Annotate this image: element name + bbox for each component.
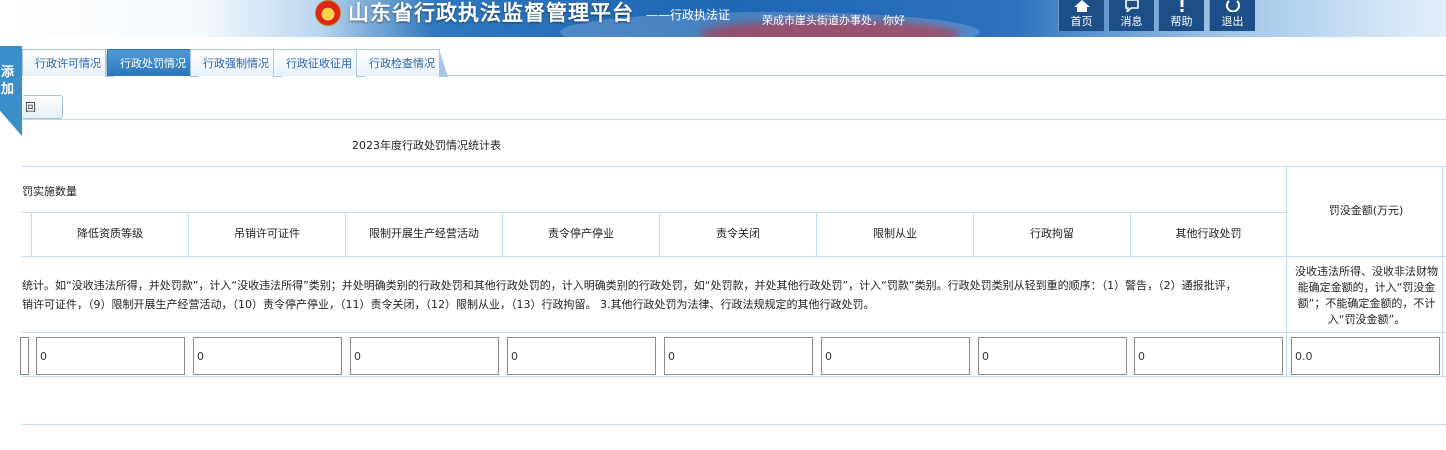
- system-title: 山东省行政执法监督管理平台: [348, 0, 634, 25]
- grid-line: [22, 376, 1446, 377]
- input-restrict-business[interactable]: [350, 337, 499, 375]
- back-button[interactable]: 回: [22, 95, 63, 119]
- tab-administrative-expropriation[interactable]: 行政征收征用: [273, 49, 365, 77]
- column-header-lower-qualification: 降低资质等级: [77, 227, 143, 240]
- toolbar: 回: [22, 95, 63, 119]
- nav-logout-button[interactable]: 退出: [1209, 0, 1255, 31]
- column-header-order-closure: 责令关闭: [716, 227, 760, 240]
- penalty-amount-instructions: 没收违法所得、没收非法财物能确定金额的，计入“罚没金额”；不能确定金额的，不计入…: [1295, 265, 1438, 326]
- input-restrict-employment[interactable]: [821, 337, 970, 375]
- welcome-text: 荣成市崖头街道办事处，你好: [762, 14, 905, 27]
- column-header-suspend-production: 责令停产停业: [548, 227, 614, 240]
- input-suspend-production[interactable]: [507, 337, 656, 375]
- national-emblem-icon: [315, 0, 341, 26]
- nav-help-button[interactable]: 帮助: [1158, 0, 1204, 31]
- form-instructions-line: 销许可证件，（9）限制开展生产经营活动，（10）责令停产停业，（11）责令关闭，…: [22, 298, 875, 311]
- grid-line: [22, 256, 1446, 257]
- nav-logout-label: 退出: [1221, 15, 1244, 28]
- column-header-penalty-amount: 罚没金额(万元): [1328, 204, 1404, 217]
- penalty-statistics-form: 2023年度行政处罚情况统计表 罚实施数量 降低资质等级 吊销许可证件 限制开展…: [20, 119, 1446, 425]
- column-header-other-penalty: 其他行政处罚: [1175, 227, 1242, 240]
- add-side-tab-label: 加: [1, 82, 15, 97]
- tab-administrative-inspection[interactable]: 行政检查情况: [356, 49, 448, 77]
- input-administrative-detention[interactable]: [978, 337, 1127, 375]
- help-icon: [1159, 0, 1204, 14]
- grid-line: [22, 166, 1446, 167]
- add-side-tab[interactable]: 添 加: [0, 46, 22, 136]
- grid-line: [22, 332, 1446, 333]
- nav-message-button[interactable]: 消息: [1108, 0, 1154, 31]
- partial-count-input[interactable]: [20, 337, 29, 375]
- input-revoke-license[interactable]: [193, 337, 342, 375]
- column-header-restrict-employment: 限制从业: [873, 227, 917, 240]
- form-caption: 2023年度行政处罚情况统计表: [352, 139, 501, 152]
- column-header-revoke-license: 吊销许可证件: [234, 227, 300, 240]
- input-other-penalty[interactable]: [1134, 337, 1283, 375]
- input-penalty-amount[interactable]: [1291, 337, 1440, 375]
- column-header-restrict-business: 限制开展生产经营活动: [369, 227, 479, 240]
- tab-administrative-penalty[interactable]: 行政处罚情况: [107, 49, 199, 77]
- nav-home-button[interactable]: 首页: [1058, 0, 1104, 31]
- home-icon: [1059, 0, 1104, 14]
- tab-administrative-license[interactable]: 行政许可情况: [22, 49, 114, 77]
- message-icon: [1109, 0, 1154, 14]
- nav-help-label: 帮助: [1170, 15, 1193, 28]
- column-header-administrative-detention: 行政拘留: [1030, 227, 1074, 240]
- nav-message-label: 消息: [1120, 15, 1143, 28]
- nav-home-label: 首页: [1070, 15, 1093, 28]
- system-subtitle: ——行政执法证: [646, 8, 731, 22]
- form-instructions: 统计。如“没收违法所得，并处罚款”，计入“没收违法所得”类别；并处明确类别的行政…: [22, 276, 1280, 314]
- section-tabs: 行政许可情况 行政处罚情况 行政强制情况 行政征收征用 行政检查情况: [22, 48, 1446, 77]
- group-header-penalty-count: 罚实施数量: [22, 185, 77, 198]
- tab-administrative-enforcement[interactable]: 行政强制情况: [190, 49, 282, 77]
- form-instructions-line: 统计。如“没收违法所得，并处罚款”，计入“没收违法所得”类别；并处明确类别的行政…: [22, 279, 1237, 292]
- add-side-tab-label: 添: [1, 65, 15, 80]
- app-header: 山东省行政执法监督管理平台 ——行政执法证 荣成市崖头街道办事处，你好 首页 消…: [0, 0, 1446, 37]
- input-order-closure[interactable]: [664, 337, 813, 375]
- input-lower-qualification[interactable]: [36, 337, 185, 375]
- power-icon: [1210, 0, 1255, 14]
